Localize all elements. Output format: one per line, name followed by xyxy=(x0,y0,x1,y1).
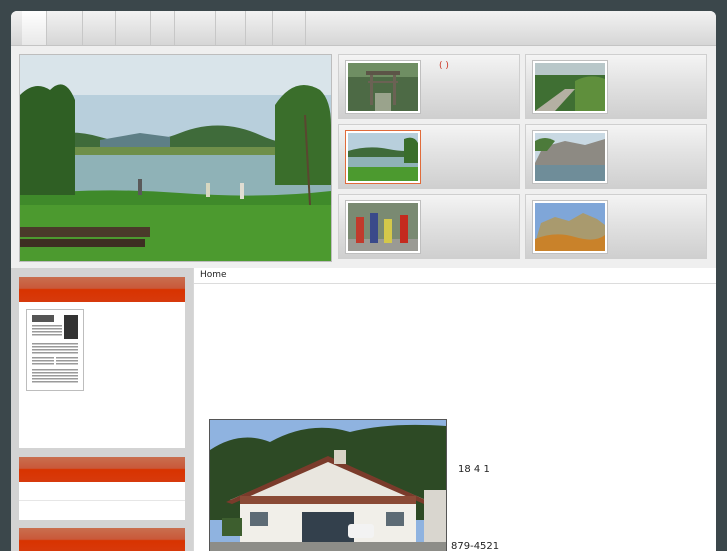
festival-thumbnail[interactable] xyxy=(345,200,421,254)
content-divider xyxy=(193,268,194,551)
gallery-tile-lake[interactable] xyxy=(338,124,520,189)
page-frame: ( ) Home 18 4 1 879-4521 xyxy=(11,11,716,551)
sidebar-panel-header xyxy=(19,528,185,551)
nav-item-4[interactable] xyxy=(116,11,151,45)
info-text-2: 879-4521 xyxy=(451,541,500,551)
hero-lake-photo xyxy=(19,54,332,262)
newsletter-thumbnail[interactable] xyxy=(26,309,84,391)
forest-path-thumbnail[interactable] xyxy=(532,60,608,114)
top-navigation xyxy=(11,11,716,46)
lake-thumbnail-selected[interactable] xyxy=(345,130,421,184)
lake-image xyxy=(348,133,418,181)
breadcrumb-bar: Home xyxy=(194,268,716,284)
breadcrumb-home-link[interactable]: Home xyxy=(200,270,227,280)
lake-landscape-image xyxy=(20,55,331,261)
nav-item-5[interactable] xyxy=(151,11,175,45)
info-text-1: 18 4 1 xyxy=(458,464,490,475)
nav-item-6[interactable] xyxy=(175,11,216,45)
gallery-tile-cliff-lake[interactable] xyxy=(525,124,707,189)
cliff-lake-image xyxy=(535,133,605,181)
rock-formation-thumbnail[interactable] xyxy=(532,200,608,254)
cliff-lake-thumbnail[interactable] xyxy=(532,130,608,184)
shrine-gate-thumbnail[interactable] xyxy=(345,60,421,114)
festival-image xyxy=(348,203,418,251)
nav-item-home[interactable] xyxy=(22,11,47,45)
sidebar-divider xyxy=(19,500,185,501)
sidebar-panel-header xyxy=(19,277,185,302)
sidebar-panel-3 xyxy=(19,528,185,551)
shrine-gate-image xyxy=(348,63,418,111)
nav-item-3[interactable] xyxy=(83,11,116,45)
nav-item-8[interactable] xyxy=(246,11,273,45)
gallery-tile-festival[interactable] xyxy=(338,194,520,259)
newsletter-page-image xyxy=(30,313,80,387)
gallery-tile-shrine[interactable]: ( ) xyxy=(338,54,520,119)
sidebar-panel-header xyxy=(19,457,185,482)
community-center-photo xyxy=(209,419,447,551)
forest-path-image xyxy=(535,63,605,111)
nav-item-9[interactable] xyxy=(273,11,306,45)
building-image xyxy=(210,420,446,551)
sidebar-newsletter-panel xyxy=(19,277,185,448)
tile-caption: ( ) xyxy=(439,61,449,71)
nav-item-7[interactable] xyxy=(216,11,246,45)
nav-item-2[interactable] xyxy=(47,11,83,45)
gallery-tile-rock-formation[interactable] xyxy=(525,194,707,259)
rock-formation-image xyxy=(535,203,605,251)
gallery-tile-forest-path[interactable] xyxy=(525,54,707,119)
sidebar-panel-2 xyxy=(19,457,185,520)
